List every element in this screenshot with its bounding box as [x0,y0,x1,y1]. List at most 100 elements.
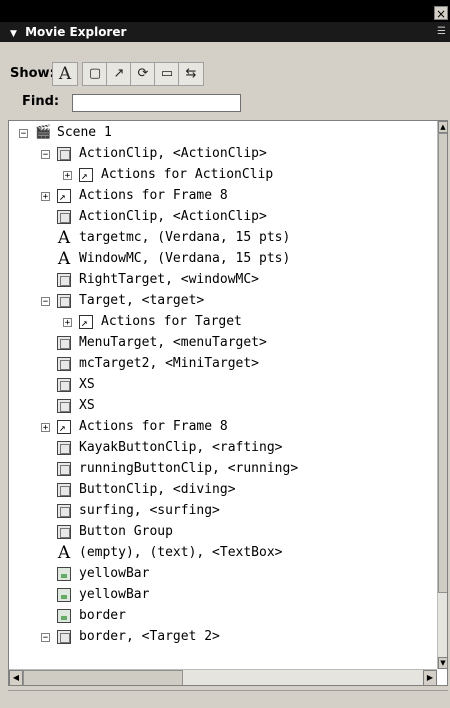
tree-item[interactable]: Button Group [9,522,435,542]
tree-item-label: MenuTarget, <menuTarget> [79,335,267,350]
tree-item[interactable]: − 🎬 Scene 1 [9,123,435,143]
tree-item-label: ButtonClip, <diving> [79,482,236,497]
panel-options-menu-icon[interactable]: ☰ [437,22,446,42]
tree-item[interactable]: A (empty), (text), <TextBox> [9,543,435,563]
tree-item-label: yellowBar [79,587,150,602]
expand-node-icon[interactable]: + [41,192,50,202]
collapse-node-icon[interactable]: − [41,633,50,643]
graphic-icon [57,588,71,602]
collapse-node-icon[interactable]: − [41,150,50,160]
tree-item-label: XS [79,377,95,392]
tree-item-label: Scene 1 [57,125,112,140]
horizontal-scrollbar[interactable]: ◀ ▶ [9,669,437,685]
tree-item-label: border [79,608,126,623]
find-input[interactable] [72,94,241,112]
show-frames-layers-button[interactable]: ▭ [154,62,180,86]
tree-item-label: Actions for Target [101,314,242,329]
tree-item-label: Actions for Frame 8 [79,188,228,203]
tree-item[interactable]: + Actions for Frame 8 [9,417,435,438]
tree-item[interactable]: ButtonClip, <diving> [9,480,435,500]
tree-item[interactable]: yellowBar [9,585,435,605]
horizontal-scroll-thumb[interactable] [23,670,183,685]
tree-item[interactable]: border [9,606,435,626]
show-text-button[interactable]: A [52,62,78,86]
clip-icon [57,441,71,455]
tree-item[interactable]: Atargetmc, (Verdana, 15 pts) [9,228,435,248]
scroll-right-arrow-icon[interactable]: ▶ [423,670,437,685]
vertical-scrollbar[interactable]: ▲ ▼ [437,121,447,669]
tree-item[interactable]: XS [9,375,435,395]
text-icon: A [57,228,71,248]
tree-item-label: surfing, <surfing> [79,503,220,518]
scene-icon: 🎬 [35,125,52,140]
tree-item[interactable]: + Actions for Target [9,312,435,333]
find-label: Find: [22,94,60,109]
expand-node-icon[interactable]: + [63,171,72,181]
close-icon[interactable]: × [434,6,448,21]
clip-icon [57,357,71,371]
tree-item[interactable]: KayakButtonClip, <rafting> [9,438,435,458]
tree-item[interactable]: + Actions for Frame 8 [9,186,435,207]
show-buttons-clips-button[interactable]: ▢ [82,62,108,86]
clip-icon [57,378,71,392]
clip-icon [57,147,71,161]
collapse-node-icon[interactable]: − [41,297,50,307]
panel-title: Movie Explorer [25,25,127,39]
tree-item[interactable]: − Target, <target> [9,291,435,311]
tree-item[interactable]: runningButtonClip, <running> [9,459,435,479]
expand-node-icon[interactable]: + [41,423,50,433]
tree-item-label: yellowBar [79,566,150,581]
clip-icon [57,630,71,644]
tree-item-label: XS [79,398,95,413]
tree-item-label: ActionClip, <ActionClip> [79,146,267,161]
tree-item[interactable]: MenuTarget, <menuTarget> [9,333,435,353]
clip-icon [57,294,71,308]
tree-item[interactable]: + Actions for ActionClip [9,165,435,186]
tree-item-label: targetmc, (Verdana, 15 pts) [79,230,291,245]
tree-item[interactable]: RightTarget, <windowMC> [9,270,435,290]
tree-item[interactable]: A WindowMC, (Verdana, 15 pts) [9,249,435,269]
tree-item[interactable]: mcTarget2, <MiniTarget> [9,354,435,374]
tree-item-label: Actions for ActionClip [101,167,274,182]
tree-item[interactable]: yellowBar [9,564,435,584]
tree-item[interactable]: surfing, <surfing> [9,501,435,521]
clip-icon [57,462,71,476]
panel-header[interactable]: ▼ Movie Explorer ☰ [0,22,450,42]
text-icon: A [57,543,71,563]
action-icon [79,313,93,333]
scroll-left-arrow-icon[interactable]: ◀ [9,670,23,685]
tree-item-label: runningButtonClip, <running> [79,461,299,476]
tree-item-label: KayakButtonClip, <rafting> [79,440,283,455]
collapse-arrow-icon[interactable]: ▼ [10,29,17,39]
clip-icon [57,210,71,224]
movie-explorer-tree: −🎬Scene 1−ActionClip, <ActionClip>+Actio… [8,120,448,686]
vertical-scroll-thumb[interactable] [438,133,447,593]
collapse-node-icon[interactable]: − [19,129,28,139]
text-icon: A [57,249,71,269]
show-actions-button[interactable]: ↗ [106,62,132,86]
tree-item-label: WindowMC, (Verdana, 15 pts) [79,251,291,266]
action-icon [57,418,71,438]
show-label: Show: [10,66,55,81]
show-toolbar: Show: A ▢ ↗ ⟳ ▭ ⇆ [0,42,450,86]
action-icon [79,166,93,186]
tree-item-label: Target, <target> [79,293,205,308]
scroll-down-arrow-icon[interactable]: ▼ [438,657,447,669]
clip-icon [57,273,71,287]
tree-item[interactable]: − ActionClip, <ActionClip> [9,144,435,164]
clip-icon [57,504,71,518]
tree-item-label: Actions for Frame 8 [79,419,228,434]
tree-item-label: border, <Target 2> [79,629,220,644]
show-video-sound-button[interactable]: ⟳ [130,62,156,86]
tree-item[interactable]: ActionClip, <ActionClip> [9,207,435,227]
customize-filter-button[interactable]: ⇆ [178,62,204,86]
expand-node-icon[interactable]: + [63,318,72,328]
tree-item-label: RightTarget, <windowMC> [79,272,260,287]
action-icon [57,187,71,207]
tree-item[interactable]: − border, <Target 2> [9,627,435,647]
tree-item-label: ActionClip, <ActionClip> [79,209,267,224]
tree-item[interactable]: XS [9,396,435,416]
graphic-icon [57,567,71,581]
scroll-up-arrow-icon[interactable]: ▲ [438,121,447,133]
clip-icon [57,525,71,539]
